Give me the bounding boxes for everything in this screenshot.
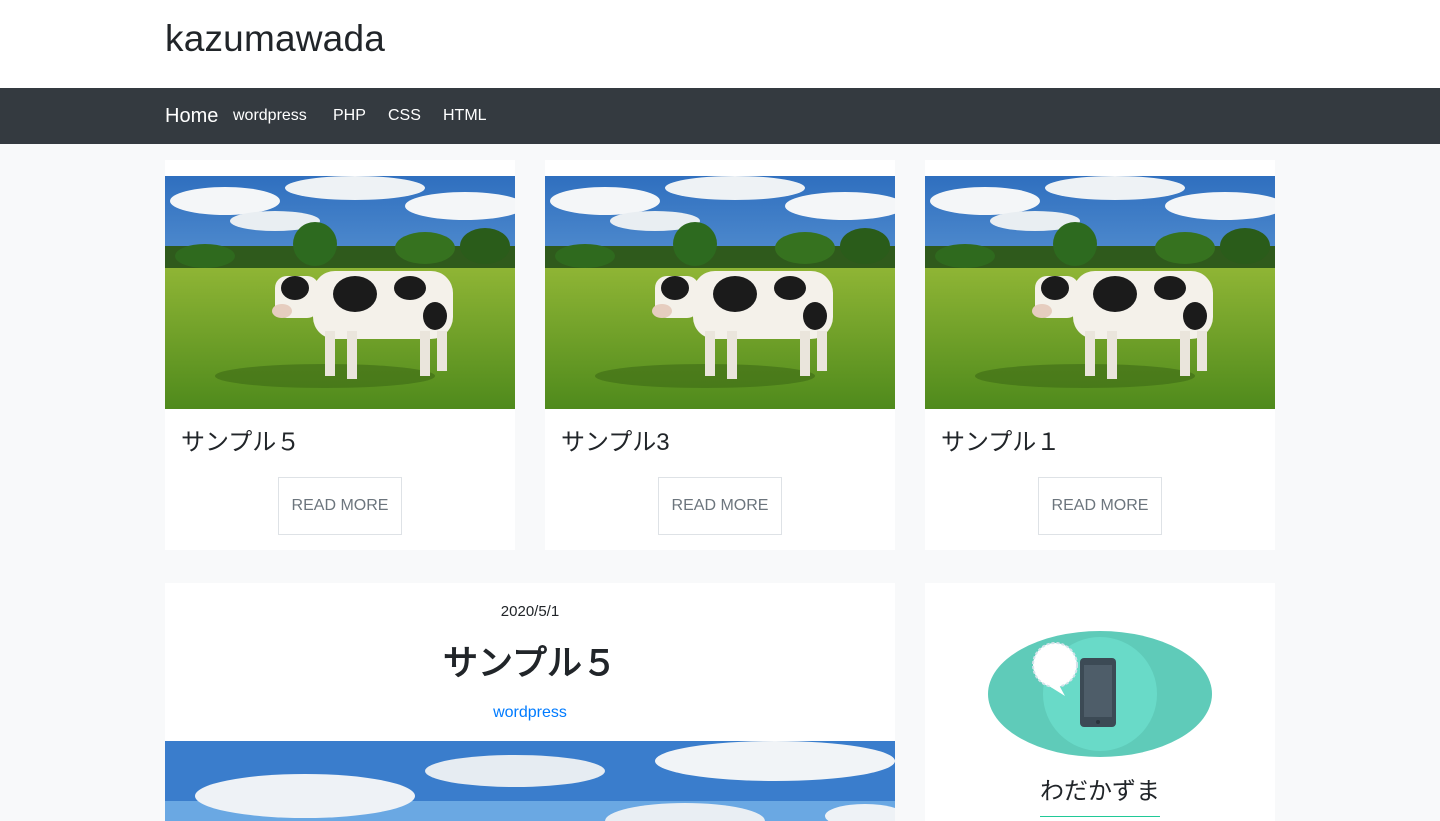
- main-navbar: Home wordpress PHP CSS HTML: [0, 88, 1440, 144]
- post-date: 2020/5/1: [500, 603, 560, 620]
- article-post: 2020/5/1 サンプル５ wordpress: [165, 583, 895, 821]
- site-title-link[interactable]: kazumawada: [165, 18, 385, 60]
- nav-item-html[interactable]: HTML: [443, 88, 487, 144]
- post-card: サンプル１ READ MORE: [925, 160, 1275, 550]
- post-card: サンプル５ READ MORE: [165, 160, 515, 550]
- divider: [1040, 816, 1160, 817]
- smartphone-icon: [988, 631, 1212, 757]
- card-title[interactable]: サンプル５: [181, 422, 300, 457]
- card-thumbnail-image[interactable]: [545, 176, 895, 409]
- nav-item-php[interactable]: PHP: [333, 88, 366, 144]
- post-category-link[interactable]: wordpress: [165, 704, 895, 722]
- card-thumbnail-image[interactable]: [925, 176, 1275, 409]
- card-title[interactable]: サンプル１: [941, 422, 1060, 457]
- nav-item-css[interactable]: CSS: [388, 88, 421, 144]
- nav-item-wordpress[interactable]: wordpress: [233, 88, 307, 144]
- card-thumbnail-image[interactable]: [165, 176, 515, 409]
- profile-name: わだかずま: [1040, 778, 1160, 805]
- post-featured-image: [165, 741, 895, 821]
- nav-home-link[interactable]: Home: [165, 88, 218, 144]
- read-more-button[interactable]: READ MORE: [278, 477, 402, 535]
- profile-sidebar: わだかずま: [925, 583, 1275, 821]
- read-more-button[interactable]: READ MORE: [658, 477, 782, 535]
- site-header: kazumawada: [0, 0, 1440, 88]
- post-title: サンプル５: [443, 644, 617, 683]
- avatar: [987, 630, 1213, 758]
- post-card: サンプル3 READ MORE: [545, 160, 895, 550]
- read-more-button[interactable]: READ MORE: [1038, 477, 1162, 535]
- card-title[interactable]: サンプル3: [561, 422, 670, 457]
